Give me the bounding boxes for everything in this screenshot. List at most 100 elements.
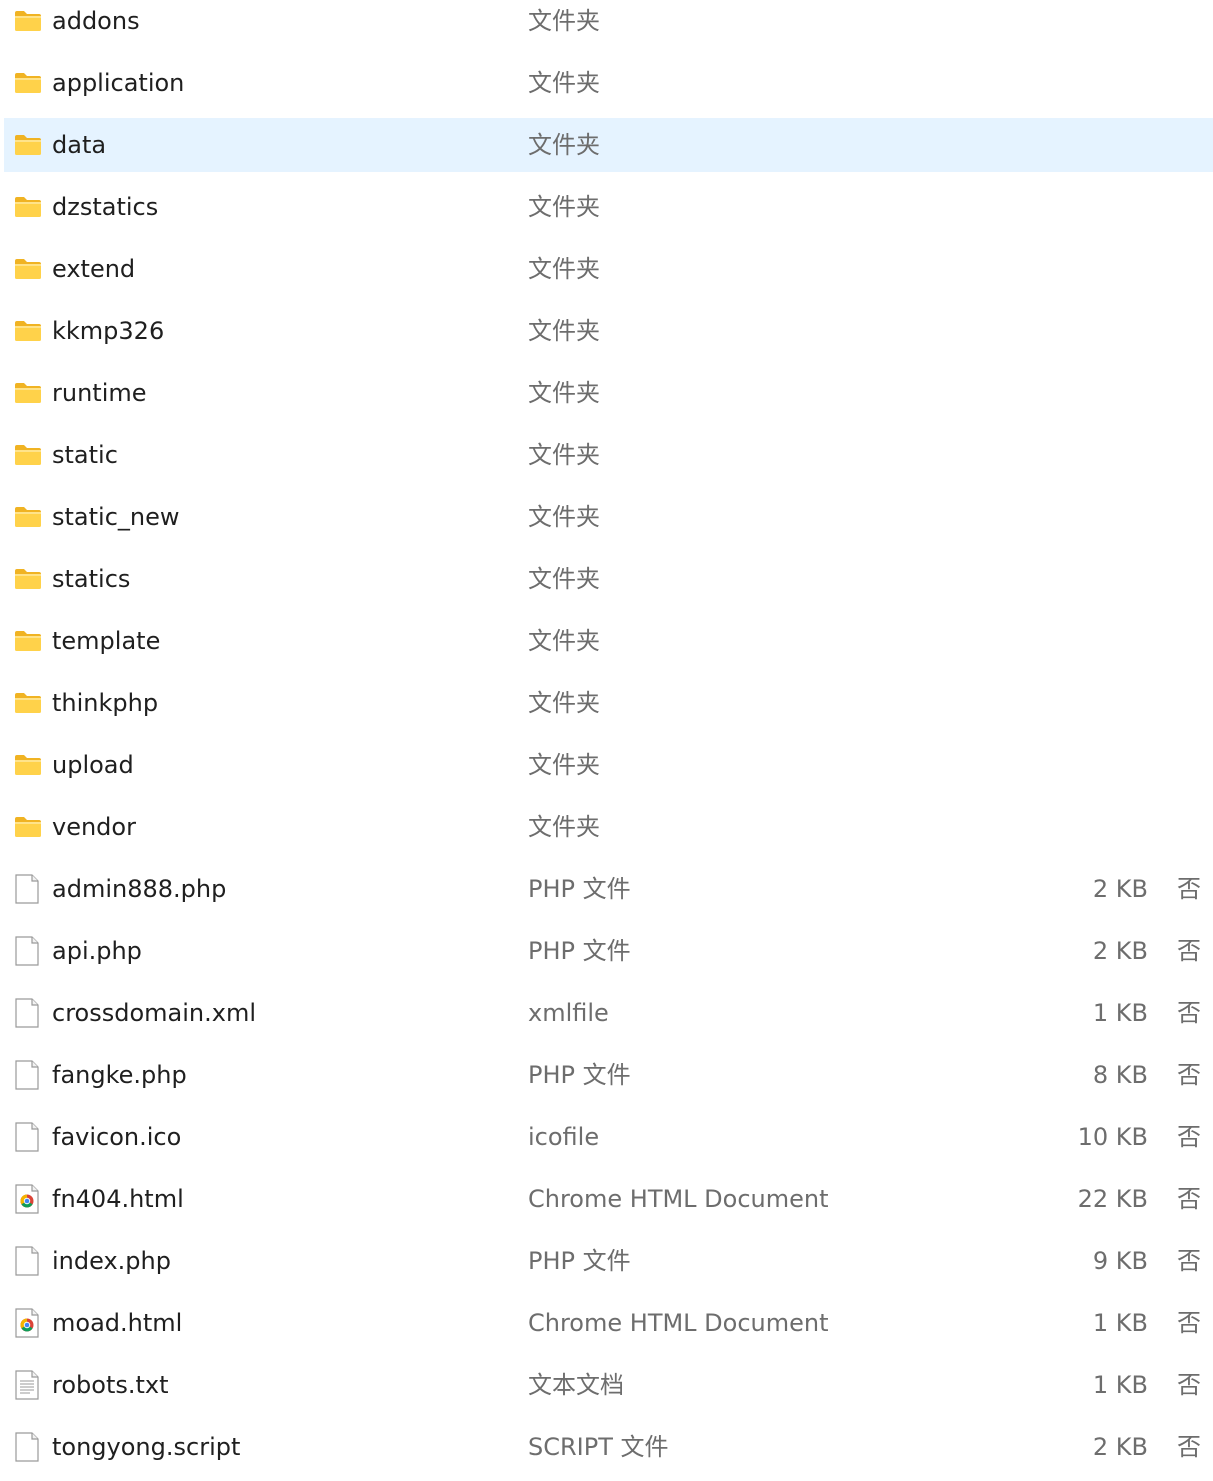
- folder-icon: [15, 445, 41, 465]
- file-row[interactable]: statics 文件夹: [4, 552, 1213, 606]
- file-type: 文件夹: [528, 627, 600, 655]
- folder-icon: [15, 11, 41, 31]
- file-flag: 否: [1177, 1061, 1201, 1089]
- file-row[interactable]: extend 文件夹: [4, 242, 1213, 296]
- file-row[interactable]: thinkphp 文件夹: [4, 676, 1213, 730]
- file-row[interactable]: runtime 文件夹: [4, 366, 1213, 420]
- file-name: crossdomain.xml: [52, 999, 256, 1027]
- file-row[interactable]: robots.txt 文本文档 1 KB 否: [4, 1358, 1213, 1412]
- file-name: data: [52, 131, 107, 159]
- file-size: 8 KB: [1092, 1061, 1148, 1089]
- file-name: moad.html: [52, 1309, 183, 1337]
- file-type: PHP 文件: [528, 1061, 631, 1089]
- file-flag: 否: [1177, 1123, 1201, 1151]
- file-name: application: [52, 69, 185, 97]
- file-flag: 否: [1177, 1185, 1201, 1213]
- file-type: 文件夹: [528, 751, 600, 779]
- file-name: statics: [52, 565, 131, 593]
- folder-icon: [15, 73, 41, 93]
- file-row[interactable]: admin888.php PHP 文件 2 KB 否: [4, 862, 1213, 916]
- file-name: api.php: [52, 937, 142, 965]
- folder-icon: [15, 755, 41, 775]
- file-type: 文件夹: [528, 131, 600, 159]
- file-name: addons: [52, 7, 140, 35]
- file-type: PHP 文件: [528, 937, 631, 965]
- file-type: 文件夹: [528, 193, 600, 221]
- file-row[interactable]: application 文件夹: [4, 56, 1213, 110]
- file-type: 文件夹: [528, 379, 600, 407]
- file-flag: 否: [1177, 1371, 1201, 1399]
- file-icon: [15, 1432, 39, 1462]
- file-name: robots.txt: [52, 1371, 169, 1399]
- file-row[interactable]: vendor 文件夹: [4, 800, 1213, 854]
- file-size: 1 KB: [1092, 999, 1148, 1027]
- file-type: 文件夹: [528, 503, 600, 531]
- chrome-html-icon: [15, 1308, 39, 1338]
- file-flag: 否: [1177, 875, 1201, 903]
- chrome-html-icon: [15, 1184, 39, 1214]
- file-type: 文件夹: [528, 565, 600, 593]
- file-flag: 否: [1177, 1433, 1201, 1461]
- file-size: 2 KB: [1092, 937, 1148, 965]
- file-icon: [15, 1122, 39, 1152]
- file-row[interactable]: fangke.php PHP 文件 8 KB 否: [4, 1048, 1213, 1102]
- file-name: static: [52, 441, 118, 469]
- file-row[interactable]: kkmp326 文件夹: [4, 304, 1213, 358]
- file-row[interactable]: fn404.html Chrome HTML Document 22 KB 否: [4, 1172, 1213, 1226]
- file-name: thinkphp: [52, 689, 159, 717]
- folder-icon: [15, 197, 41, 217]
- folder-icon: [15, 259, 41, 279]
- folder-icon: [15, 507, 41, 527]
- file-icon: [15, 874, 39, 904]
- file-row[interactable]: favicon.ico icofile 10 KB 否: [4, 1110, 1213, 1164]
- file-row[interactable]: tongyong.script SCRIPT 文件 2 KB 否: [4, 1420, 1213, 1474]
- file-type: 文件夹: [528, 69, 600, 97]
- folder-icon: [15, 135, 41, 155]
- file-name: favicon.ico: [52, 1123, 182, 1151]
- file-name: static_new: [52, 503, 180, 531]
- folder-icon: [15, 631, 41, 651]
- file-row[interactable]: static 文件夹: [4, 428, 1213, 482]
- file-name: tongyong.script: [52, 1433, 241, 1461]
- file-size: 10 KB: [1077, 1123, 1148, 1151]
- file-name: index.php: [52, 1247, 171, 1275]
- file-flag: 否: [1177, 1247, 1201, 1275]
- file-size: 1 KB: [1092, 1309, 1148, 1337]
- folder-icon: [15, 383, 41, 403]
- file-flag: 否: [1177, 937, 1201, 965]
- file-name: vendor: [52, 813, 136, 841]
- file-flag: 否: [1177, 999, 1201, 1027]
- file-icon: [15, 1246, 39, 1276]
- file-name: fn404.html: [52, 1185, 184, 1213]
- file-type: 文件夹: [528, 689, 600, 717]
- file-icon: [15, 936, 39, 966]
- file-row[interactable]: addons 文件夹: [4, 0, 1213, 48]
- file-name: runtime: [52, 379, 147, 407]
- file-row[interactable]: static_new 文件夹: [4, 490, 1213, 544]
- file-row[interactable]: crossdomain.xml xmlfile 1 KB 否: [4, 986, 1213, 1040]
- file-type: 文本文档: [528, 1371, 624, 1399]
- file-name: admin888.php: [52, 875, 227, 903]
- file-type: Chrome HTML Document: [528, 1309, 829, 1337]
- file-type: 文件夹: [528, 7, 600, 35]
- file-size: 2 KB: [1092, 875, 1148, 903]
- file-row[interactable]: dzstatics 文件夹: [4, 180, 1213, 234]
- file-type: xmlfile: [528, 999, 609, 1027]
- file-flag: 否: [1177, 1309, 1201, 1337]
- file-type: icofile: [528, 1123, 600, 1151]
- file-row[interactable]: template 文件夹: [4, 614, 1213, 668]
- file-row[interactable]: index.php PHP 文件 9 KB 否: [4, 1234, 1213, 1288]
- file-list[interactable]: addons 文件夹 application 文件夹 data 文件夹 dzst…: [0, 0, 1213, 1481]
- file-name: kkmp326: [52, 317, 165, 345]
- file-name: dzstatics: [52, 193, 159, 221]
- file-row[interactable]: upload 文件夹: [4, 738, 1213, 792]
- file-row[interactable]: moad.html Chrome HTML Document 1 KB 否: [4, 1296, 1213, 1350]
- file-icon: [15, 998, 39, 1028]
- file-type: 文件夹: [528, 813, 600, 841]
- folder-icon: [15, 569, 41, 589]
- file-name: extend: [52, 255, 136, 283]
- file-row[interactable]: api.php PHP 文件 2 KB 否: [4, 924, 1213, 978]
- file-row[interactable]: data 文件夹: [4, 118, 1213, 172]
- file-size: 9 KB: [1092, 1247, 1148, 1275]
- text-file-icon: [15, 1370, 39, 1400]
